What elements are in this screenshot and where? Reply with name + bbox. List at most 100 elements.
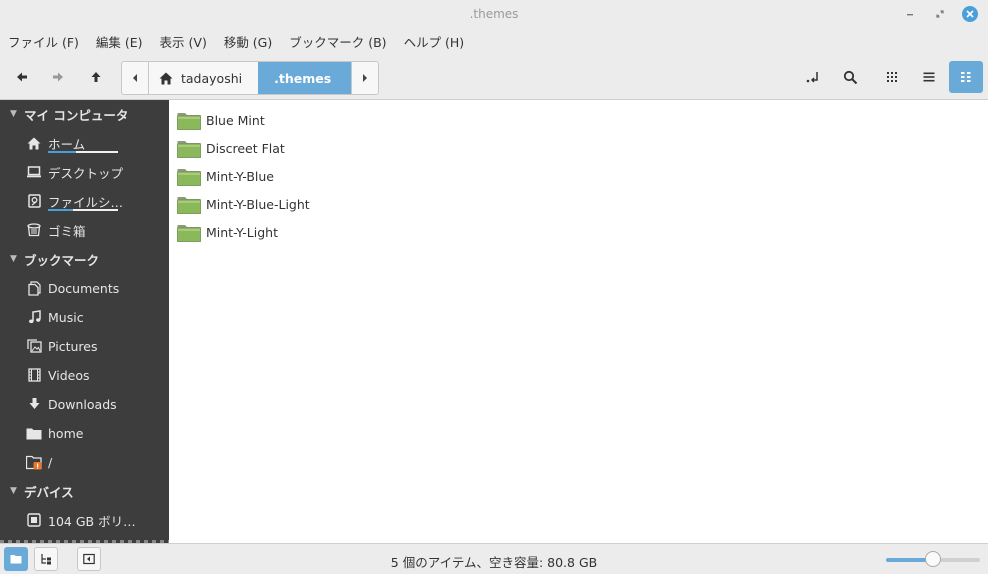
list-item[interactable]: Mint-Y-Blue (177, 164, 274, 188)
folder-icon (26, 425, 42, 441)
sidebar-item-label: / (48, 454, 53, 470)
icon-view-button[interactable] (876, 62, 908, 92)
path-scroll-right-button[interactable] (351, 62, 378, 94)
file-name: Mint-Y-Blue (206, 168, 274, 184)
expander-down-icon: ▼ (10, 109, 17, 119)
maximize-button[interactable] (932, 6, 948, 22)
sidebar-item-root[interactable]: / (26, 451, 52, 473)
sidebar-item-label: ファイルシ… (48, 194, 124, 210)
window-title: .themes (469, 7, 519, 21)
open-terminal-button[interactable] (797, 62, 829, 92)
search-button[interactable] (834, 62, 866, 92)
menu-edit[interactable]: 編集 (E) (96, 32, 143, 51)
status-bar: 5 個のアイテム、空き容量: 80.8 GB (0, 543, 988, 574)
menu-bar: ファイル (F) 編集 (E) 表示 (V) 移動 (G) ブックマーク (B)… (0, 28, 988, 54)
sidebar-item-desktop[interactable]: デスクトップ (26, 161, 123, 183)
list-icon (923, 72, 935, 82)
maximize-icon (936, 10, 944, 18)
sidebar-item-label: Documents (48, 280, 120, 296)
drive-icon (26, 193, 42, 209)
search-icon (843, 70, 857, 84)
zoom-slider-handle[interactable] (925, 551, 941, 567)
close-icon (966, 10, 974, 18)
path-scroll-left-button[interactable] (122, 62, 149, 94)
sidebar-item-label: ゴミ箱 (48, 223, 86, 239)
menu-file[interactable]: ファイル (F) (8, 32, 79, 51)
sidebar-section-title: デバイス (24, 484, 74, 500)
up-button[interactable] (80, 62, 112, 92)
file-name: Blue Mint (206, 112, 265, 128)
sidebar-section-my-computer[interactable]: ▼ マイ コンピュータ (0, 103, 128, 125)
folder-icon (177, 168, 201, 186)
crumb-current[interactable]: .themes (258, 62, 352, 94)
pictures-icon (26, 338, 42, 354)
list-item[interactable]: Discreet Flat (177, 136, 285, 160)
menu-bookmarks[interactable]: ブックマーク (B) (289, 32, 386, 51)
list-item[interactable]: Mint-Y-Blue-Light (177, 192, 310, 216)
location-toggle-icon (806, 72, 818, 83)
arrow-up-icon (91, 72, 101, 82)
menu-help[interactable]: ヘルプ (H) (404, 32, 465, 51)
back-button[interactable] (6, 62, 38, 92)
close-button[interactable] (962, 6, 978, 22)
forward-button[interactable] (42, 62, 74, 92)
sidebar-item-trash[interactable]: ゴミ箱 (26, 219, 86, 241)
file-name: Mint-Y-Light (206, 224, 278, 240)
minimize-icon (907, 14, 913, 16)
sidebar-item-label: home (48, 425, 84, 441)
folder-locked-icon (26, 454, 42, 470)
home-usage-bar (48, 151, 118, 153)
crumb-home[interactable]: tadayoshi (149, 62, 258, 94)
sidebar-item-documents[interactable]: Documents (26, 277, 119, 299)
file-view[interactable]: Blue Mint Discreet Flat Mint-Y-Blue Mint… (169, 100, 988, 543)
sidebar-section-title: マイ コンピュータ (24, 107, 129, 123)
sidebar-item-volume[interactable]: 104 GB ボリ… (26, 509, 136, 531)
sidebar-item-label: Videos (48, 367, 90, 383)
status-text: 5 個のアイテム、空き容量: 80.8 GB (390, 555, 598, 570)
documents-icon (26, 280, 42, 296)
sidebar-item-pictures[interactable]: Pictures (26, 335, 98, 357)
sidebar-item-label: デスクトップ (48, 165, 124, 181)
sidebar-item-label: Music (48, 309, 84, 325)
arrow-left-icon (17, 72, 27, 82)
toolbar: tadayoshi .themes (0, 54, 988, 100)
sidebar-section-title: ブックマーク (24, 252, 100, 268)
minimize-button[interactable] (902, 6, 918, 22)
sidebar-item-music[interactable]: Music (26, 306, 84, 328)
zoom-slider[interactable] (886, 551, 980, 567)
filesystem-usage-bar (48, 209, 118, 211)
trash-icon (26, 222, 42, 238)
sidebar-item-videos[interactable]: Videos (26, 364, 90, 386)
triangle-right-icon (363, 74, 368, 82)
compact-view-button[interactable] (949, 61, 983, 93)
music-icon (26, 309, 42, 325)
crumb-home-label: tadayoshi (181, 70, 243, 86)
sidebar-item-label: 104 GB ボリ… (48, 513, 136, 529)
sidebar-section-bookmarks[interactable]: ▼ ブックマーク (0, 248, 99, 270)
sidebar-item-downloads[interactable]: Downloads (26, 393, 117, 415)
grid-icon (887, 72, 897, 82)
menu-view[interactable]: 表示 (V) (160, 32, 207, 51)
list-item[interactable]: Mint-Y-Light (177, 220, 278, 244)
sidebar-item-label: ホーム (48, 136, 86, 152)
arrow-right-icon (53, 72, 63, 82)
triangle-left-icon (133, 74, 137, 82)
expander-down-icon: ▼ (10, 486, 17, 496)
list-item[interactable]: Blue Mint (177, 108, 265, 132)
folder-icon (177, 224, 201, 242)
expander-down-icon: ▼ (10, 254, 17, 264)
home-icon (159, 72, 173, 84)
videos-icon (26, 367, 42, 383)
list-view-button[interactable] (913, 62, 945, 92)
sidebar: ▼ マイ コンピュータ ホーム デスクトップ ファイルシ… ゴミ箱 ▼ ブックマ… (0, 100, 169, 543)
file-name: Mint-Y-Blue-Light (206, 196, 310, 212)
folder-icon (177, 196, 201, 214)
sidebar-section-devices[interactable]: ▼ デバイス (0, 480, 74, 502)
compact-view-icon (961, 72, 971, 82)
path-bar: tadayoshi .themes (121, 61, 380, 95)
sidebar-item-home-folder[interactable]: home (26, 422, 83, 444)
menu-go[interactable]: 移動 (G) (224, 32, 272, 51)
crumb-current-label: .themes (274, 70, 332, 86)
sidebar-item-label: Downloads (48, 396, 117, 412)
folder-icon (177, 112, 201, 130)
